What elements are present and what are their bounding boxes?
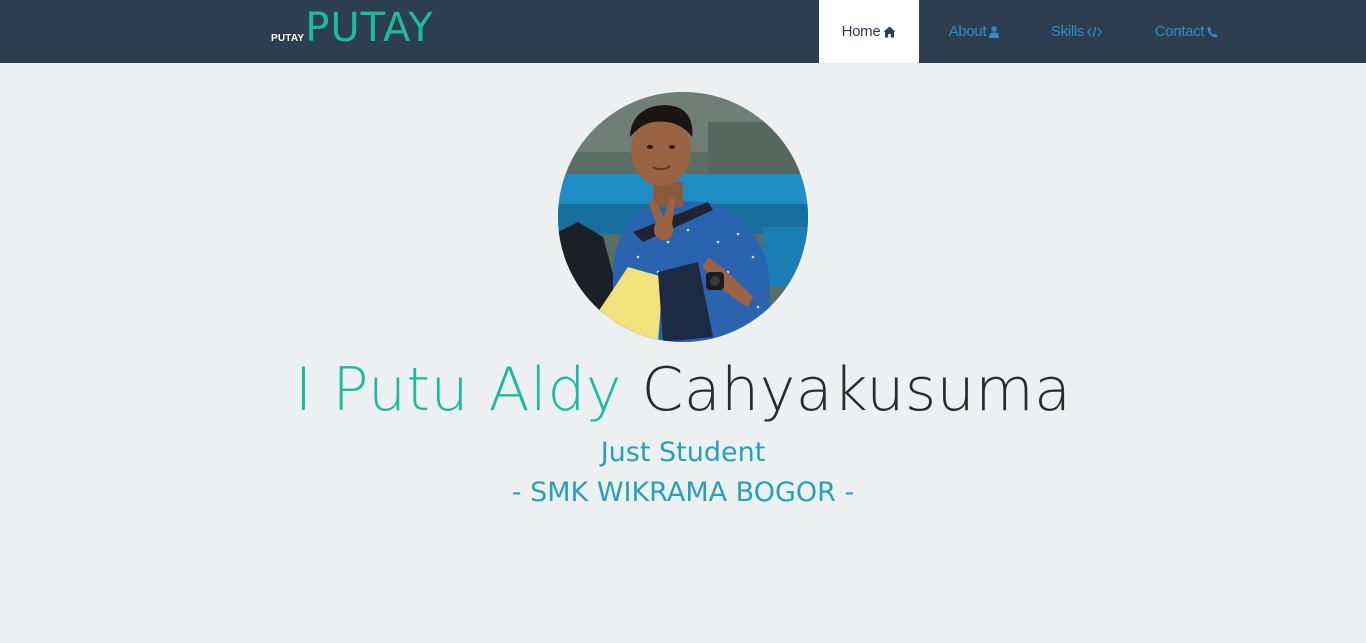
nav-item-home-label: Home	[841, 23, 881, 40]
hero-first-name: I Putu Aldy	[294, 355, 622, 425]
hero-name: I Putu Aldy Cahyakusuma	[0, 352, 1366, 428]
brand-logo[interactable]: PUTAY PUTAY	[271, 8, 434, 48]
nav-item-about-label: About	[948, 23, 987, 40]
nav-item-skills-label: Skills	[1050, 23, 1085, 40]
user-icon	[989, 25, 1000, 38]
navbar: PUTAY PUTAY Home About Skills Contact	[0, 0, 1366, 63]
brand-small-text: PUTAY	[271, 33, 305, 44]
nav-item-home[interactable]: Home	[819, 0, 919, 63]
nav-item-contact[interactable]: Contact	[1124, 0, 1249, 63]
code-icon	[1087, 26, 1103, 38]
nav-item-skills[interactable]: Skills	[1029, 0, 1124, 63]
phone-icon	[1207, 26, 1219, 38]
nav-item-about[interactable]: About	[919, 0, 1029, 63]
hero-last-name: Cahyakusuma	[641, 355, 1072, 425]
home-icon	[883, 26, 896, 38]
brand-title: PUTAY	[305, 5, 434, 51]
nav-item-contact-label: Contact	[1154, 23, 1205, 40]
hero-tagline: Just Student	[600, 437, 766, 468]
hero-school: - SMK WIKRAMA BOGOR -	[511, 477, 855, 508]
profile-photo	[558, 92, 808, 342]
nav-menu: Home About Skills Contact	[819, 0, 1249, 63]
